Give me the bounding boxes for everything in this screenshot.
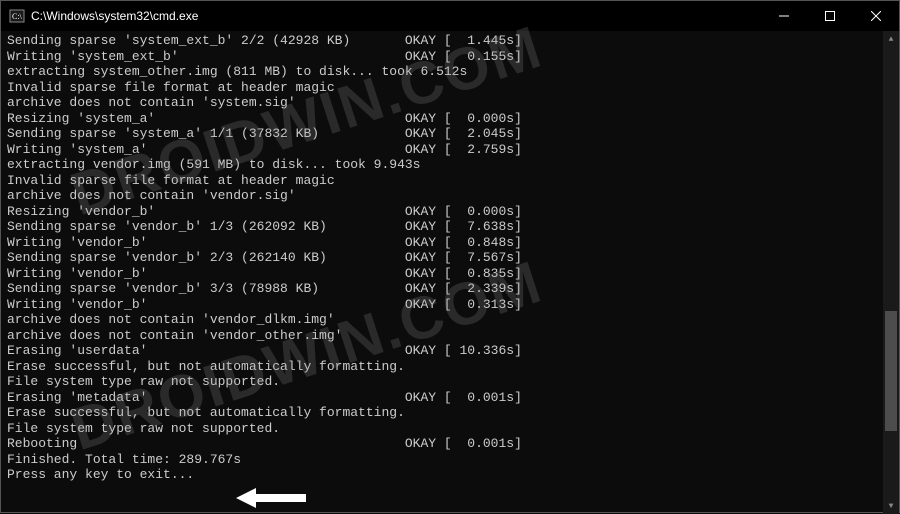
terminal-line: Sending sparse 'vendor_b' 1/3 (262092 KB… <box>7 219 893 235</box>
terminal-line: archive does not contain 'vendor_dlkm.im… <box>7 312 893 328</box>
terminal-line: Rebooting OKAY [ 0.001s] <box>7 436 893 452</box>
minimize-button[interactable] <box>761 1 807 31</box>
terminal-line: Sending sparse 'system_a' 1/1 (37832 KB)… <box>7 126 893 142</box>
terminal-line: Invalid sparse file format at header mag… <box>7 80 893 96</box>
window-controls <box>761 1 899 31</box>
annotation-arrow-icon <box>236 486 306 514</box>
terminal-line: Resizing 'vendor_b' OKAY [ 0.000s] <box>7 204 893 220</box>
scrollbar[interactable]: ▲ ▼ <box>883 31 899 514</box>
terminal-line: Sending sparse 'vendor_b' 2/3 (262140 KB… <box>7 250 893 266</box>
terminal-line: extracting vendor.img (591 MB) to disk..… <box>7 157 893 173</box>
terminal-line: Writing 'system_a' OKAY [ 2.759s] <box>7 142 893 158</box>
terminal-line: File system type raw not supported. <box>7 421 893 437</box>
terminal-line: Writing 'vendor_b' OKAY [ 0.313s] <box>7 297 893 313</box>
cmd-icon: C:\ <box>9 8 25 24</box>
terminal-line: Erasing 'metadata' OKAY [ 0.001s] <box>7 390 893 406</box>
terminal-line: Writing 'system_ext_b' OKAY [ 0.155s] <box>7 49 893 65</box>
terminal-line: Invalid sparse file format at header mag… <box>7 173 893 189</box>
terminal-line: Finished. Total time: 289.767s <box>7 452 893 468</box>
window-title: C:\Windows\system32\cmd.exe <box>31 9 198 23</box>
scrollbar-thumb[interactable] <box>885 311 897 431</box>
terminal-line: Writing 'vendor_b' OKAY [ 0.848s] <box>7 235 893 251</box>
terminal-line: Writing 'vendor_b' OKAY [ 0.835s] <box>7 266 893 282</box>
terminal-line: extracting system_other.img (811 MB) to … <box>7 64 893 80</box>
close-button[interactable] <box>853 1 899 31</box>
terminal-line: archive does not contain 'vendor_other.i… <box>7 328 893 344</box>
terminal-line: archive does not contain 'system.sig' <box>7 95 893 111</box>
terminal-line: Press any key to exit... <box>7 467 893 483</box>
terminal-line: Sending sparse 'system_ext_b' 2/2 (42928… <box>7 33 893 49</box>
terminal-line: File system type raw not supported. <box>7 374 893 390</box>
terminal-line: Resizing 'system_a' OKAY [ 0.000s] <box>7 111 893 127</box>
scroll-up-icon[interactable]: ▲ <box>883 31 899 47</box>
scroll-down-icon[interactable]: ▼ <box>883 498 899 514</box>
maximize-button[interactable] <box>807 1 853 31</box>
svg-text:C:\: C:\ <box>12 12 23 21</box>
terminal-line: Erase successful, but not automatically … <box>7 359 893 375</box>
terminal-output[interactable]: Sending sparse 'system_ext_b' 2/2 (42928… <box>1 31 899 485</box>
terminal-line: Sending sparse 'vendor_b' 3/3 (78988 KB)… <box>7 281 893 297</box>
terminal-line: Erasing 'userdata' OKAY [ 10.336s] <box>7 343 893 359</box>
titlebar[interactable]: C:\ C:\Windows\system32\cmd.exe <box>1 1 899 31</box>
terminal-line: Erase successful, but not automatically … <box>7 405 893 421</box>
terminal-line: archive does not contain 'vendor.sig' <box>7 188 893 204</box>
